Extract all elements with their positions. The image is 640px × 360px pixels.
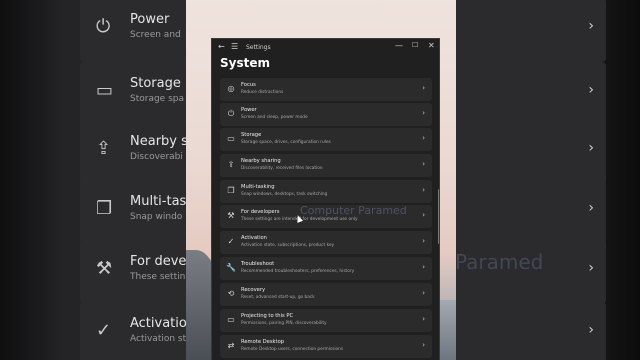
remote-desktop-icon: ⇄	[227, 341, 235, 350]
bg-row-title: Nearby sha	[130, 134, 186, 149]
settings-item-storage[interactable]: ▭ Storage Storage space, drives, configu…	[220, 128, 432, 151]
nearby-sharing-icon: ⇪	[227, 160, 235, 169]
settings-item-multitasking[interactable]: ❐ Multi-tasking Snap windows, desktops, …	[220, 180, 432, 203]
bg-row-subtitle: Storage spa	[130, 94, 184, 104]
item-subtitle: Permissions, pairing PIN, discoverabilit…	[241, 321, 327, 326]
item-subtitle: Reduce distractions	[241, 90, 284, 95]
close-button[interactable]: ✕	[428, 41, 435, 50]
item-title: Activation	[241, 235, 267, 241]
item-title: Remote Desktop	[241, 339, 285, 345]
item-subtitle: Reset, advanced start-up, go back	[241, 295, 315, 300]
chevron-right-icon: ›	[588, 82, 594, 98]
minimize-button[interactable]: —	[395, 41, 403, 50]
item-title: For developers	[241, 209, 280, 215]
chevron-right-icon: ›	[422, 341, 425, 349]
page-title: System	[220, 56, 270, 70]
activation-icon: ✓	[96, 320, 112, 341]
zoomed-background-list-right: › › › › › ›	[456, 0, 640, 360]
item-subtitle: Screen and sleep, power mode	[241, 115, 308, 120]
back-arrow-icon[interactable]: ←	[218, 42, 225, 51]
chevron-right-icon: ›	[588, 140, 594, 156]
chevron-right-icon: ›	[422, 263, 425, 271]
focus-icon: ◎	[227, 84, 235, 93]
bg-row-subtitle: Activation st	[130, 334, 186, 344]
item-subtitle: Recommended troubleshooters, preferences…	[241, 269, 355, 274]
bg-row-title: For develo	[130, 254, 186, 269]
chevron-right-icon: ›	[422, 134, 425, 142]
watermark: Paramed	[455, 250, 544, 274]
troubleshoot-icon: 🔧	[226, 263, 236, 272]
scrollbar[interactable]	[438, 189, 439, 244]
bg-row: ✓ Activation Activation st	[80, 302, 186, 360]
settings-item-projecting[interactable]: ▭ Projecting to this PC Permissions, pai…	[220, 309, 432, 332]
storage-icon: ▭	[96, 80, 114, 101]
settings-item-nearby-sharing[interactable]: ⇪ Nearby sharing Discoverability, receiv…	[220, 154, 432, 177]
bg-row-title: Storage	[130, 76, 181, 91]
bg-row: ⇪ Nearby sha Discoverabi	[80, 120, 186, 184]
multitasking-icon: ❐	[227, 186, 235, 195]
chevron-right-icon: ›	[422, 109, 425, 117]
item-title: Focus	[241, 82, 256, 88]
bg-row-subtitle: These settin	[130, 272, 186, 282]
app-title: Settings	[246, 44, 271, 51]
item-subtitle: Discoverability, received files location	[241, 166, 323, 171]
chevron-right-icon: ›	[422, 84, 425, 92]
developers-icon: ⚒	[227, 211, 235, 220]
bg-row-subtitle: Discoverabi	[130, 152, 183, 162]
item-subtitle: Activation state, subscriptions, product…	[241, 243, 335, 248]
settings-item-troubleshoot[interactable]: 🔧 Troubleshoot Recommended troubleshoote…	[220, 257, 432, 280]
settings-item-power[interactable]: ⏻ Power Screen and sleep, power mode ›	[220, 103, 432, 126]
item-title: Troubleshoot	[241, 261, 275, 267]
chevron-right-icon: ›	[422, 289, 425, 297]
item-title: Power	[241, 107, 257, 113]
item-subtitle: Snap windows, desktops, task switching	[241, 192, 328, 197]
chevron-right-icon: ›	[588, 322, 594, 338]
item-subtitle: Storage space, drives, configuration rul…	[241, 140, 331, 145]
settings-item-remote-desktop[interactable]: ⇄ Remote Desktop Remote Desktop users, c…	[220, 335, 432, 358]
bg-row-title: Activation	[130, 316, 186, 331]
bg-row: ▭ Storage Storage spa	[80, 62, 186, 126]
maximize-button[interactable]: ☐	[412, 41, 418, 49]
zoomed-background-list-left: ⏻ Power Screen and ▭ Storage Storage spa…	[62, 0, 186, 360]
item-title: Projecting to this PC	[241, 313, 294, 319]
multitasking-icon: ❐	[96, 198, 113, 219]
projecting-icon: ▭	[227, 315, 235, 324]
bg-row-subtitle: Screen and	[130, 30, 181, 40]
watermark-text: Computer Paramed	[300, 204, 407, 217]
bg-row-title: Multi-task	[130, 194, 186, 209]
power-icon: ⏻	[96, 16, 111, 37]
hamburger-icon[interactable]: ☰	[231, 42, 238, 51]
chevron-right-icon: ›	[588, 260, 594, 276]
bg-row-title: Power	[130, 12, 170, 27]
developers-icon: ⚒	[96, 258, 113, 279]
chevron-right-icon: ›	[422, 237, 425, 245]
item-title: Recovery	[241, 287, 266, 293]
item-title: Storage	[241, 132, 262, 138]
bg-row: ⏻ Power Screen and	[80, 0, 186, 62]
chevron-right-icon: ›	[588, 18, 594, 34]
storage-icon: ▭	[227, 134, 235, 143]
settings-item-activation[interactable]: ✓ Activation Activation state, subscript…	[220, 231, 432, 254]
settings-item-focus[interactable]: ◎ Focus Reduce distractions ›	[220, 78, 432, 101]
settings-item-recovery[interactable]: ⟲ Recovery Reset, advanced start-up, go …	[220, 283, 432, 306]
chevron-right-icon: ›	[588, 200, 594, 216]
power-icon: ⏻	[227, 109, 235, 118]
chevron-right-icon: ›	[422, 315, 425, 323]
chevron-right-icon: ›	[422, 160, 425, 168]
bg-row: ❐ Multi-task Snap windo	[80, 180, 186, 244]
item-title: Nearby sharing	[241, 158, 281, 164]
activation-icon: ✓	[227, 237, 235, 246]
chevron-right-icon: ›	[422, 186, 425, 194]
chevron-right-icon: ›	[422, 211, 425, 219]
item-title: Multi-tasking	[241, 184, 275, 190]
recovery-icon: ⟲	[227, 289, 235, 298]
title-bar: ← ☰ Settings — ☐ ✕	[212, 39, 439, 57]
settings-window: ← ☰ Settings — ☐ ✕ System ◎ Focus Reduce…	[211, 38, 440, 360]
bg-row: ⚒ For develo These settin	[80, 240, 186, 304]
nearby-sharing-icon: ⇪	[96, 138, 112, 159]
bg-row-subtitle: Snap windo	[130, 212, 183, 222]
item-subtitle: Remote Desktop users, connection permiss…	[241, 347, 344, 352]
